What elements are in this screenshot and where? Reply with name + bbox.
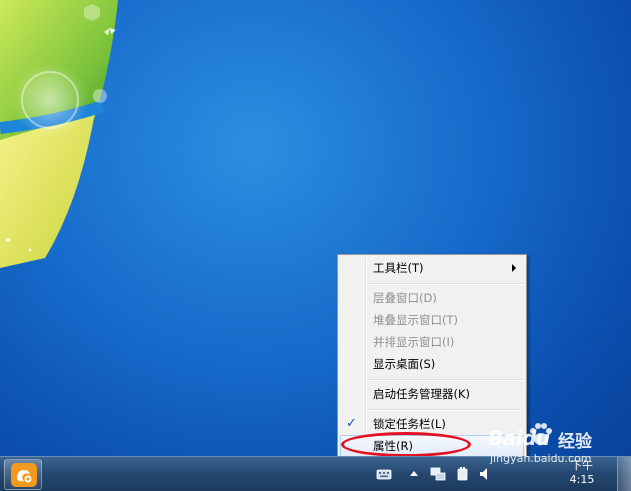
uc-browser-icon [11,463,37,487]
menu-item-label: 并排显示窗口(I) [373,335,455,349]
desktop-wallpaper [0,0,118,268]
show-hidden-icons-arrow[interactable] [406,466,422,482]
menu-item-show-windows-stacked: 堆叠显示窗口(T) [340,309,524,331]
menu-item-show-windows-side-by-side: 并排显示窗口(I) [340,331,524,353]
baidu-jingyan-watermark: Baidu 经验 jingyan.baidu.com [488,422,620,472]
menu-item-label: 启动任务管理器(K) [373,387,471,401]
menu-item-label: 堆叠显示窗口(T) [373,313,458,327]
power-icon[interactable] [455,466,471,482]
menu-item-label: 工具栏(T) [373,261,424,275]
menu-separator [368,409,523,411]
watermark-title: 经验 [558,432,592,452]
menu-item-label: 锁定任务栏(L) [373,417,446,431]
menu-item-label: 显示桌面(S) [373,357,436,371]
menu-separator [368,283,523,285]
menu-item-show-desktop[interactable]: 显示桌面(S) [340,353,524,375]
network-icon[interactable] [430,466,446,482]
checkmark-icon: ✓ [346,416,357,431]
highlight-ellipse [341,432,471,457]
paw-icon [530,423,552,445]
watermark-url: jingyan.baidu.com [490,452,592,465]
menu-item-start-task-manager[interactable]: 启动任务管理器(K) [340,383,524,405]
menu-item-label: 层叠窗口(D) [373,291,437,305]
menu-separator [368,379,523,381]
pinned-app-button[interactable] [4,459,42,490]
menu-item-toolbars[interactable]: 工具栏(T) [340,257,524,279]
submenu-arrow-icon [512,264,516,272]
keyboard-icon[interactable] [376,466,392,482]
menu-item-cascade-windows: 层叠窗口(D) [340,287,524,309]
